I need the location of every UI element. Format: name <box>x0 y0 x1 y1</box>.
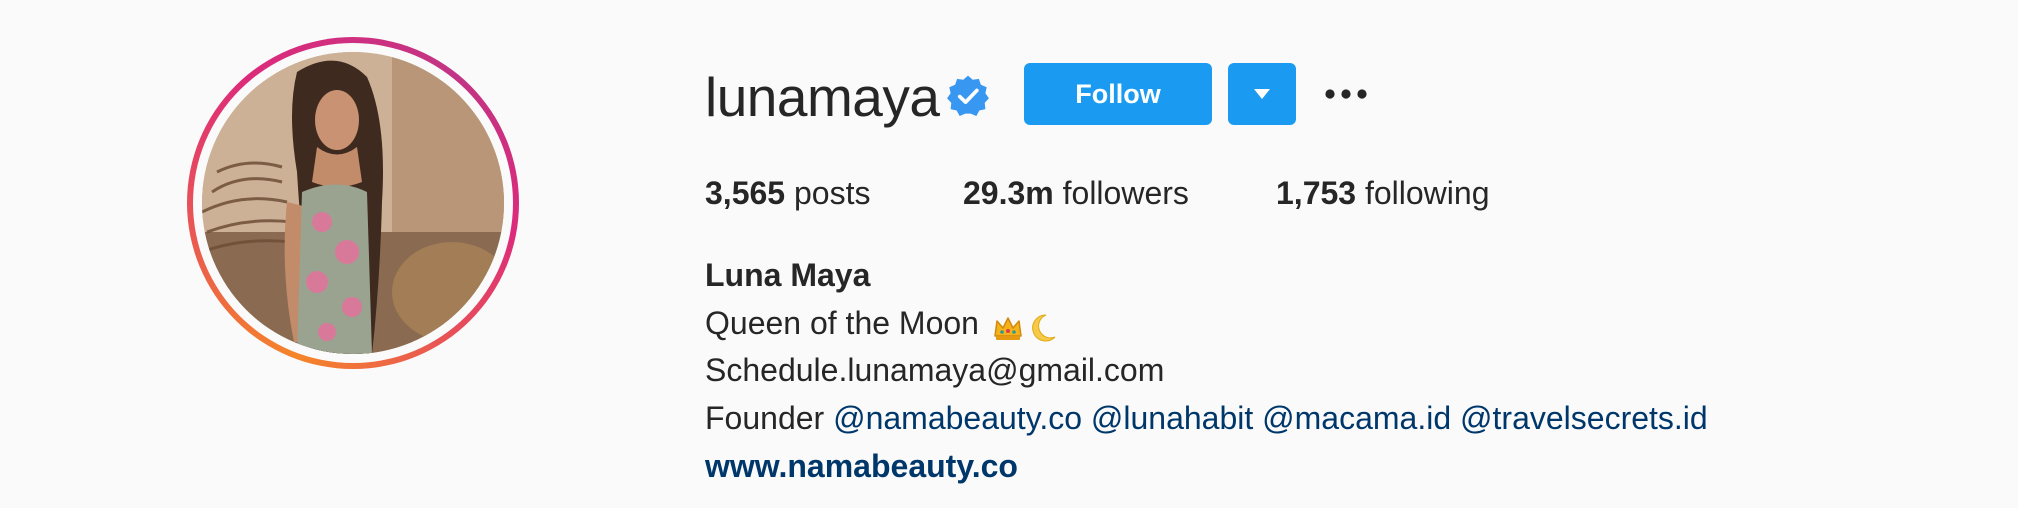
founder-prefix: Founder <box>705 400 825 436</box>
website-link[interactable]: www.namabeauty.co <box>705 443 1018 489</box>
posts-label: posts <box>793 175 871 211</box>
profile-photo <box>202 52 504 354</box>
bio-founder-line: Founder @namabeauty.co @lunahabit @macam… <box>705 395 1708 441</box>
posts-count: 3,565 <box>705 175 786 211</box>
followers-stat[interactable]: 29.3m followers <box>963 170 1189 216</box>
full-name: Luna Maya <box>705 257 871 293</box>
mention-travelsecrets[interactable]: @travelsecrets.id <box>1460 400 1708 436</box>
story-ring[interactable] <box>187 37 519 369</box>
more-options-button[interactable] <box>1320 72 1372 116</box>
following-label: following <box>1364 175 1490 211</box>
suggestions-dropdown-button[interactable] <box>1228 63 1296 125</box>
avatar[interactable] <box>202 52 504 354</box>
tagline-text: Queen of the Moon <box>705 305 979 341</box>
follow-button[interactable]: Follow <box>1024 63 1212 125</box>
more-options-icon <box>1325 89 1367 99</box>
profile-header: lunamaya Follow 3,565 posts 29.3m follow… <box>0 0 2018 508</box>
caret-down-icon <box>1254 89 1270 99</box>
mention-namabeauty[interactable]: @namabeauty.co <box>833 400 1082 436</box>
posts-stat: 3,565 posts <box>705 170 870 216</box>
crescent-moon-emoji-icon <box>1028 303 1058 349</box>
bio-tagline: Queen of the Moon <box>705 300 1058 349</box>
mention-lunahabit[interactable]: @lunahabit <box>1091 400 1253 436</box>
followers-label: followers <box>1062 175 1189 211</box>
following-stat[interactable]: 1,753 following <box>1276 170 1489 216</box>
crown-emoji-icon <box>992 303 1024 349</box>
followers-count: 29.3m <box>963 175 1054 211</box>
following-count: 1,753 <box>1276 175 1357 211</box>
verified-badge-icon <box>946 74 990 118</box>
mention-macama[interactable]: @macama.id <box>1262 400 1451 436</box>
username: lunamaya <box>705 66 940 128</box>
bio-email: Schedule.lunamaya@gmail.com <box>705 352 1165 388</box>
